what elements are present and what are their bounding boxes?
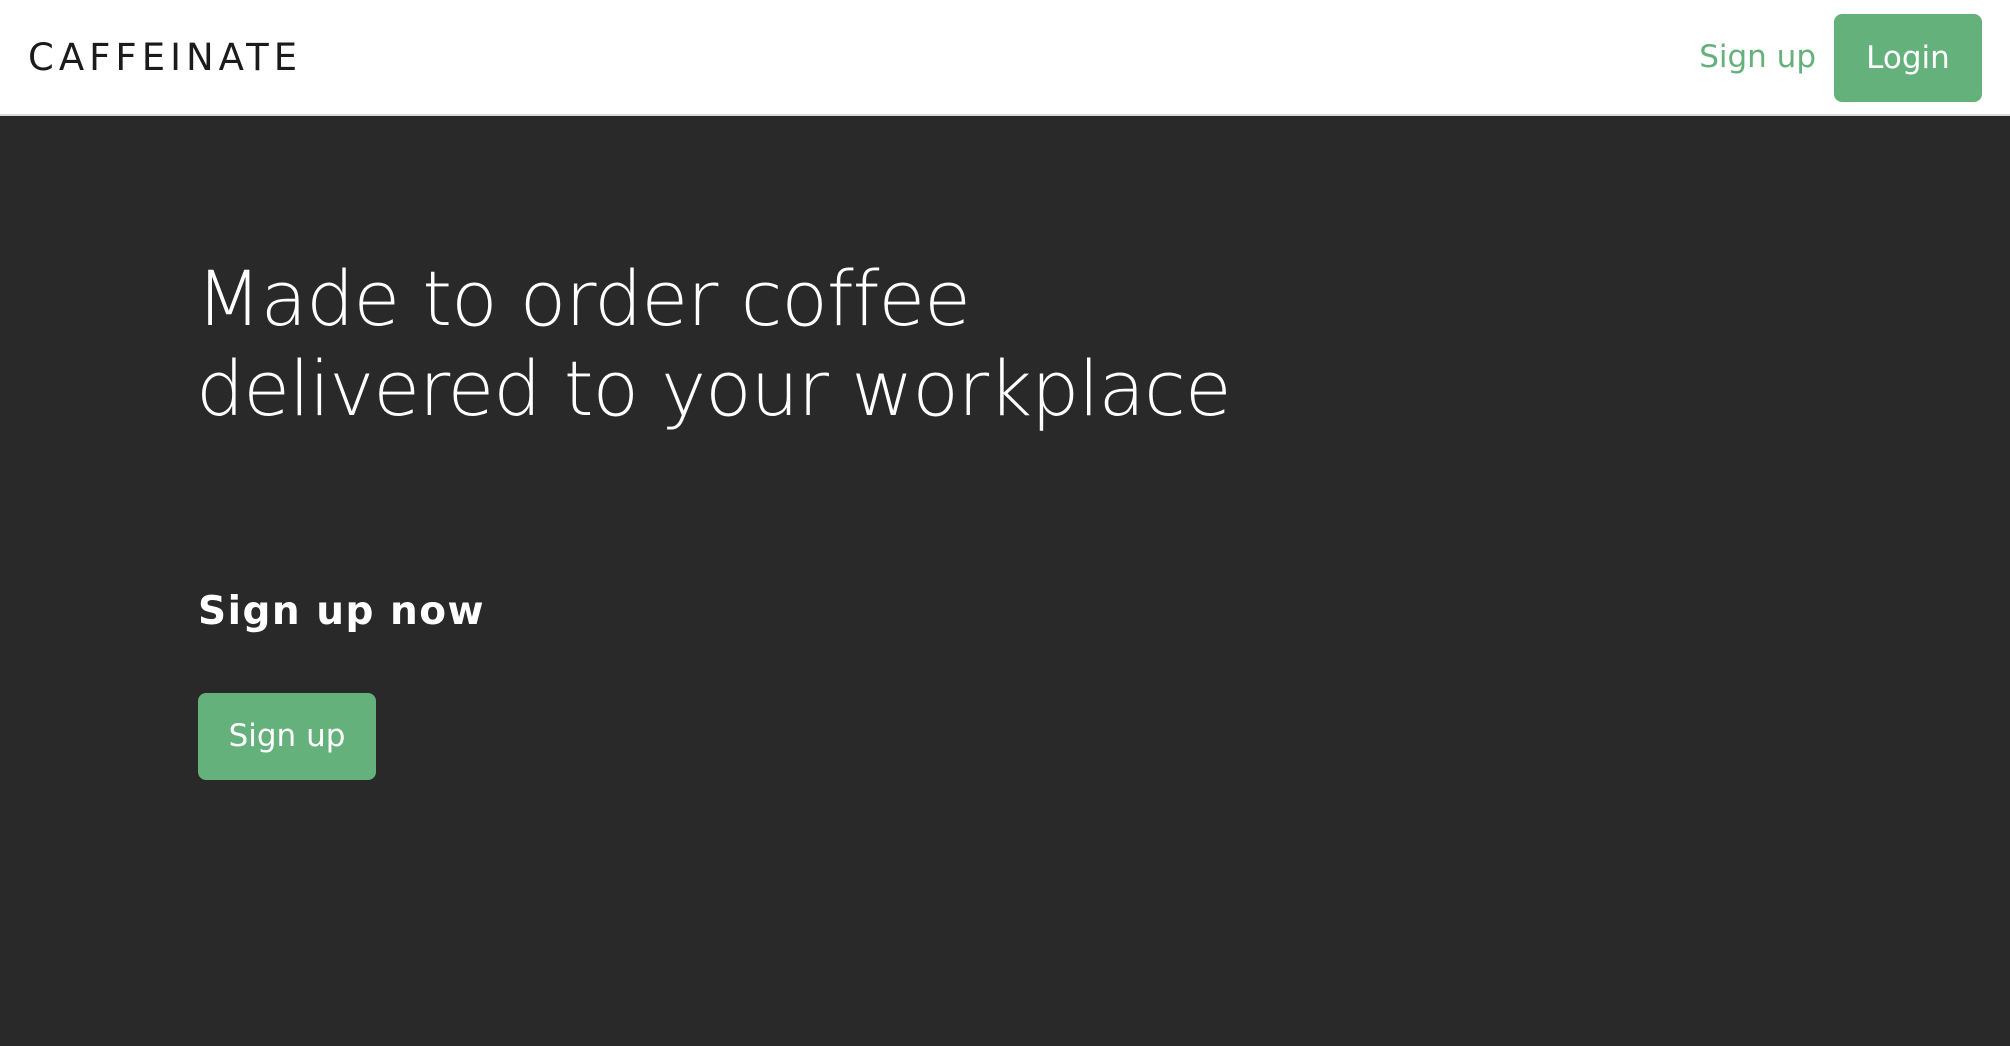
nav-signup-link[interactable]: Sign up	[1699, 30, 1816, 84]
hero-headline-line2: delivered to your workplace	[196, 344, 1232, 433]
hero-headline-line1: Made to order coffee	[196, 254, 971, 343]
hero-subheading: Sign up now	[198, 589, 486, 634]
top-navbar: CAFFEINATE Sign up Login	[0, 0, 2010, 116]
login-button[interactable]: Login	[1834, 14, 1982, 102]
hero-signup-button[interactable]: Sign up	[198, 693, 376, 780]
hero-headline: Made to order coffee delivered to your w…	[196, 254, 1232, 434]
brand-logo[interactable]: CAFFEINATE	[28, 34, 302, 82]
